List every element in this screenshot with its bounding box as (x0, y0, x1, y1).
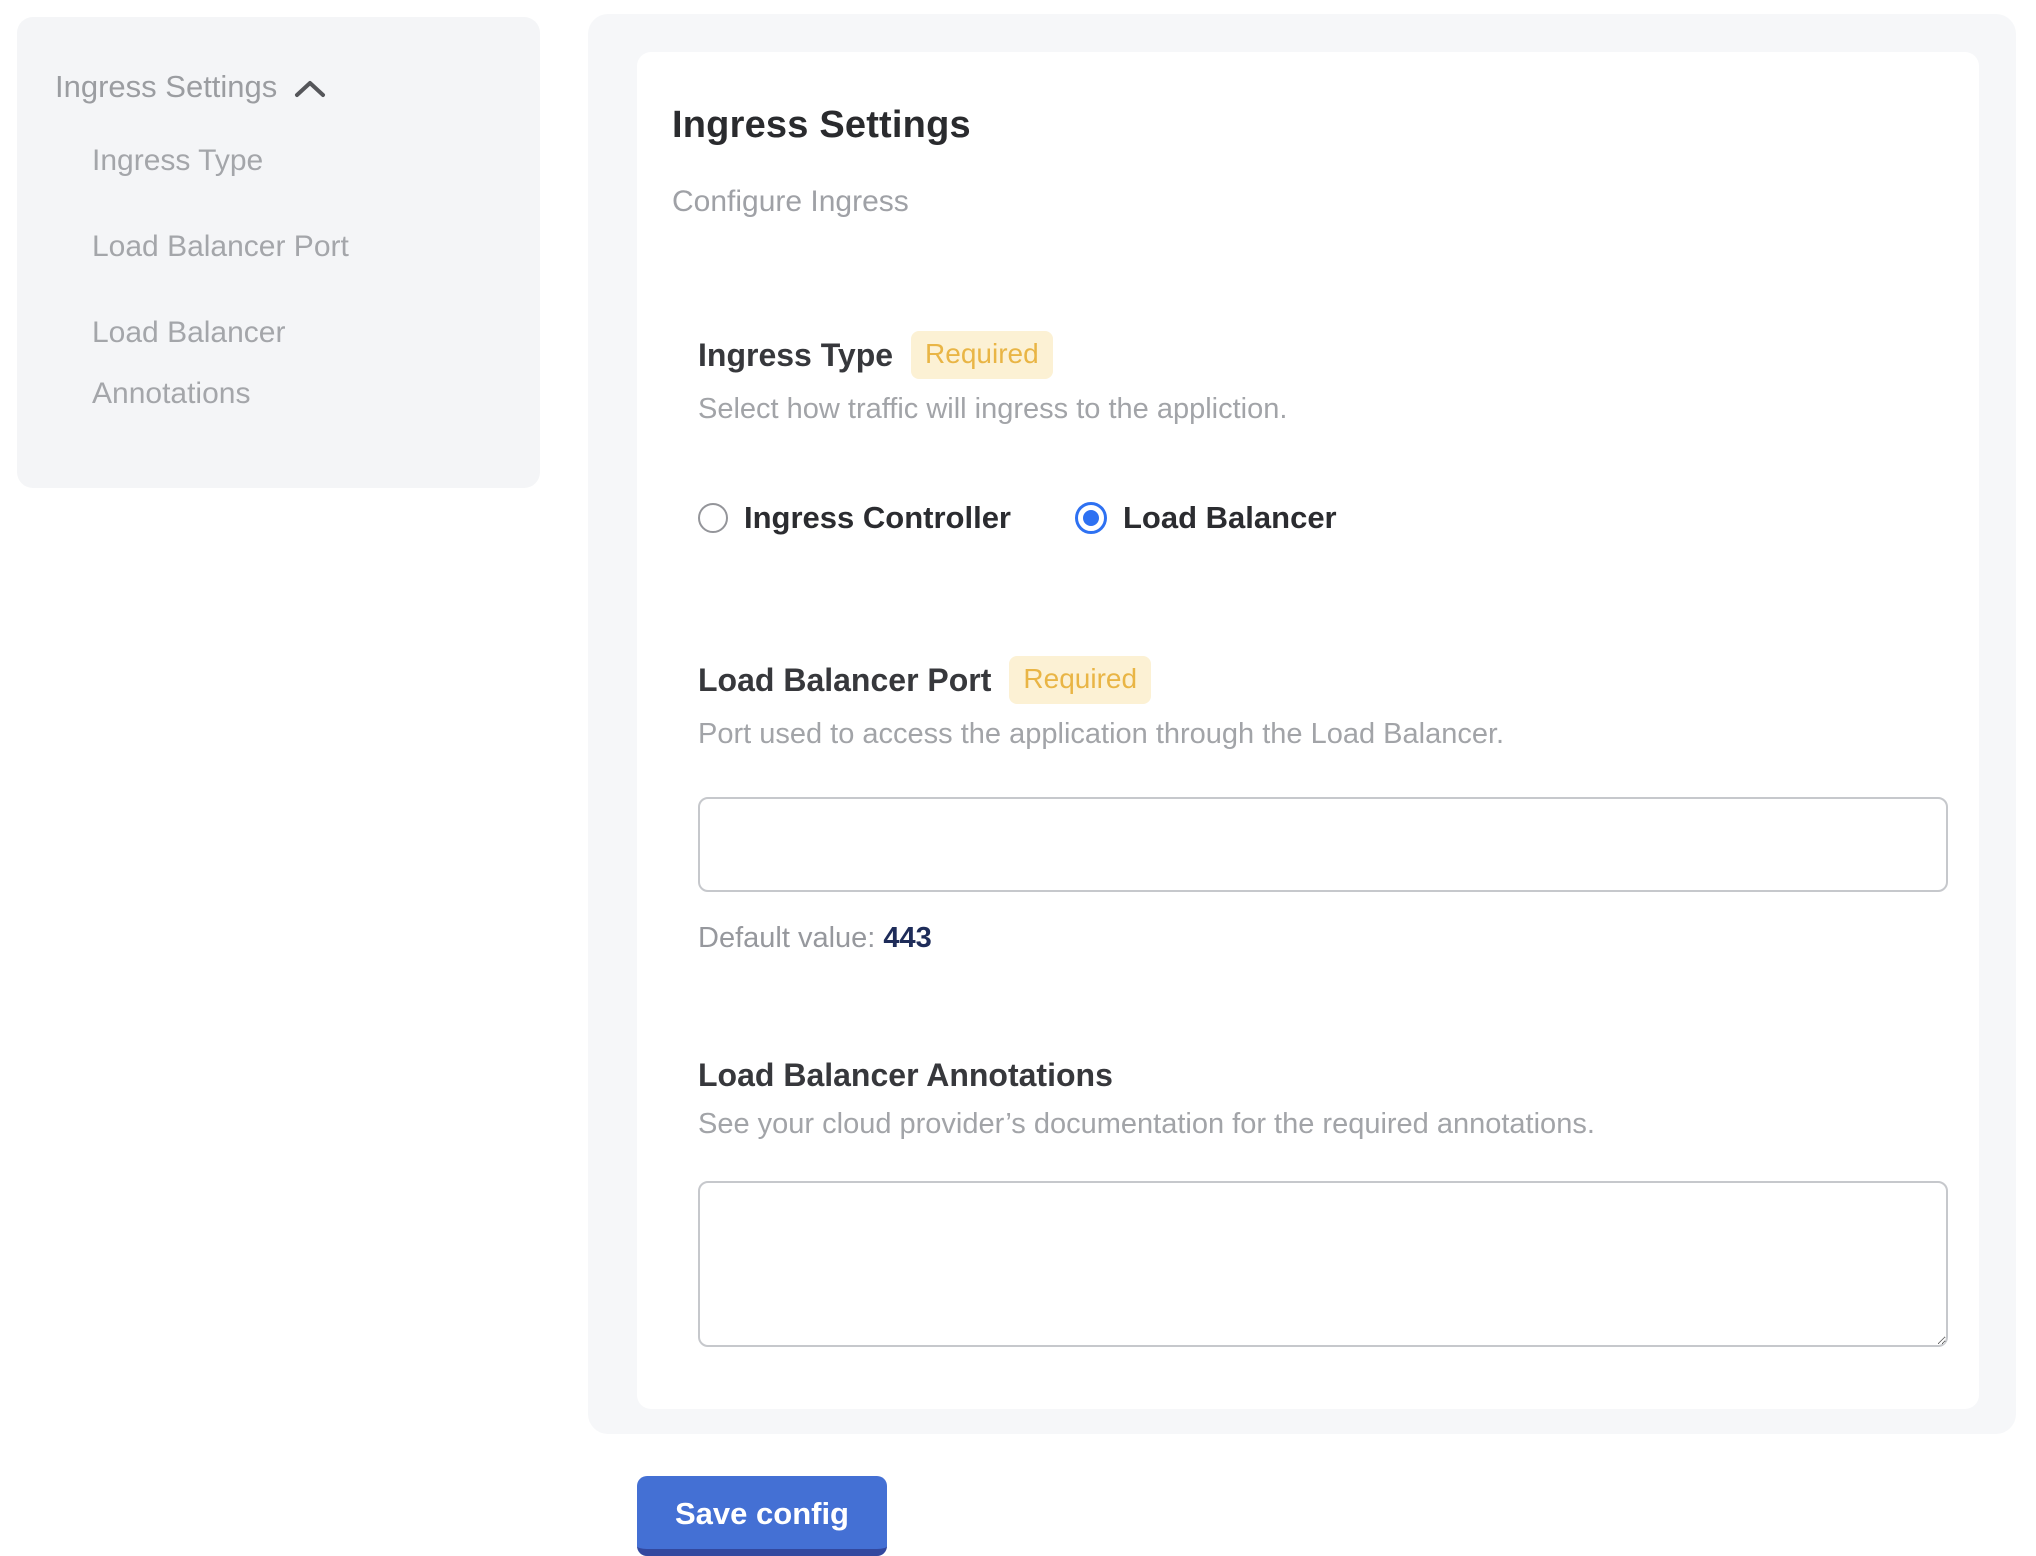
main-panel: Ingress Settings Configure Ingress Ingre… (588, 14, 2016, 1434)
load-balancer-port-description: Port used to access the application thro… (698, 718, 1943, 751)
page-subtitle: Configure Ingress (672, 185, 1943, 219)
radio-label-ingress-controller: Ingress Controller (744, 500, 1011, 536)
section-load-balancer-annotations: Load Balancer Annotations See your cloud… (698, 1057, 1943, 1347)
sidebar-item-load-balancer-port[interactable]: Load Balancer Port (92, 216, 422, 277)
default-value-row: Default value:443 (698, 922, 1943, 955)
load-balancer-port-heading: Load Balancer Port (698, 662, 991, 699)
required-badge: Required (911, 331, 1053, 379)
radio-unselected-icon[interactable] (698, 503, 728, 533)
ingress-settings-card: Ingress Settings Configure Ingress Ingre… (637, 52, 1979, 1409)
sidebar-item-list: Ingress Type Load Balancer Port Load Bal… (55, 130, 504, 424)
sidebar-item-load-balancer-annotations[interactable]: Load Balancer Annotations (92, 302, 422, 424)
ingress-type-heading: Ingress Type (698, 337, 893, 374)
load-balancer-annotations-textarea[interactable] (698, 1181, 1948, 1347)
radio-option-ingress-controller[interactable]: Ingress Controller (698, 500, 1011, 536)
default-value: 443 (883, 922, 931, 954)
sidebar-group-ingress-settings[interactable]: Ingress Settings (55, 69, 504, 105)
ingress-type-description: Select how traffic will ingress to the a… (698, 393, 1943, 426)
radio-option-load-balancer[interactable]: Load Balancer (1075, 500, 1337, 536)
page-title: Ingress Settings (672, 104, 1943, 147)
save-config-button[interactable]: Save config (637, 1476, 887, 1556)
sidebar-item-ingress-type[interactable]: Ingress Type (92, 130, 422, 191)
default-value-label: Default value: (698, 922, 875, 954)
required-badge: Required (1009, 656, 1151, 704)
section-ingress-type: Ingress Type Required Select how traffic… (698, 331, 1943, 536)
settings-sidebar: Ingress Settings Ingress Type Load Balan… (17, 17, 540, 488)
chevron-up-icon (293, 78, 327, 100)
load-balancer-annotations-description: See your cloud provider’s documentation … (698, 1108, 1943, 1141)
load-balancer-port-input[interactable] (698, 797, 1948, 892)
ingress-type-radio-group: Ingress Controller Load Balancer (698, 500, 1943, 536)
sidebar-group-label: Ingress Settings (55, 69, 277, 105)
section-load-balancer-port: Load Balancer Port Required Port used to… (698, 656, 1943, 955)
load-balancer-annotations-heading: Load Balancer Annotations (698, 1057, 1113, 1094)
radio-selected-icon[interactable] (1075, 502, 1107, 534)
radio-label-load-balancer: Load Balancer (1123, 500, 1337, 536)
